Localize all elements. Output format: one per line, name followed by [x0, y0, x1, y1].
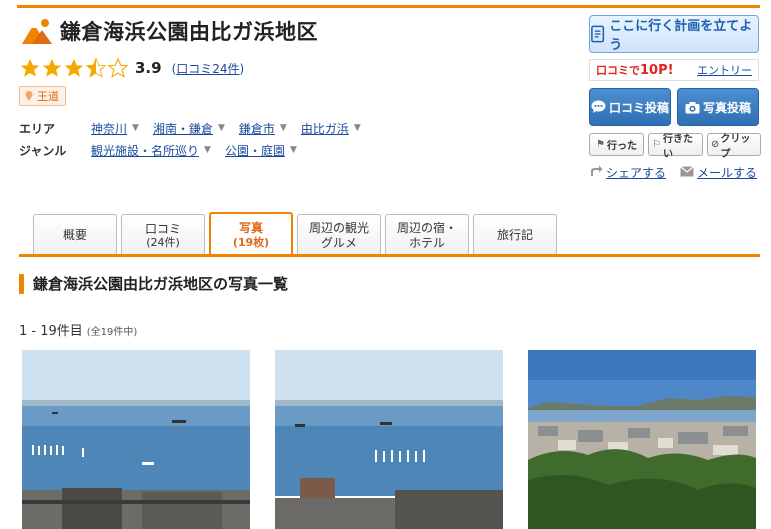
badge-label: 王道: [37, 90, 59, 103]
review-count-text[interactable]: 口コミ24件: [176, 62, 239, 76]
flag-icon: ⚑: [596, 139, 605, 150]
area-link[interactable]: 湘南・鎌倉: [153, 120, 213, 137]
star-full-icon: [42, 58, 62, 77]
caret-down-icon[interactable]: ▼: [354, 123, 361, 133]
review-count-link[interactable]: (口コミ24件): [172, 60, 245, 77]
area-row: エリア 神奈川 ▼ 湘南・鎌倉 ▼ 鎌倉市 ▼ 由比ガ浜 ▼: [19, 117, 375, 139]
plan-notebook-icon: [591, 25, 605, 43]
area-item[interactable]: 湘南・鎌倉 ▼: [153, 120, 225, 137]
area-label: エリア: [19, 121, 56, 136]
tab-label[interactable]: 概要: [63, 228, 87, 242]
classic-badge: 王道: [19, 86, 66, 106]
review-post-label[interactable]: 口コミ投稿: [609, 99, 669, 116]
tab-sub-label[interactable]: (19枚): [233, 236, 269, 249]
photo-thumbnail[interactable]: [528, 350, 756, 529]
tab-label[interactable]: 旅行記: [497, 228, 533, 242]
section-accent-bar: [19, 273, 24, 294]
tab-sub-label[interactable]: (24件): [146, 236, 180, 249]
want-label[interactable]: 行きたい: [663, 130, 699, 160]
page-header: 鎌倉海浜公園由比ガ浜地区: [20, 16, 318, 46]
review-post-button[interactable]: 口コミ投稿: [589, 88, 671, 126]
star-full-icon: [64, 58, 84, 77]
share-icon: [590, 165, 603, 180]
tab-underline: [19, 254, 760, 257]
photo-grid: [22, 350, 756, 529]
genre-item[interactable]: 公園・庭園 ▼: [225, 142, 297, 159]
genre-link[interactable]: 観光施設・名所巡り: [91, 142, 199, 159]
rating-score: 3.9: [135, 59, 162, 77]
info-table: エリア 神奈川 ▼ 湘南・鎌倉 ▼ 鎌倉市 ▼ 由比ガ浜 ▼ ジャンル 観光施設・名所巡…: [19, 117, 375, 161]
tab-label[interactable]: 写真: [239, 221, 263, 235]
area-link[interactable]: 鎌倉市: [239, 120, 275, 137]
page-title: 鎌倉海浜公園由比ガ浜地区: [60, 20, 318, 44]
tab-sub-label[interactable]: ホテル: [409, 236, 445, 250]
pin-flag-icon: ⚐: [652, 139, 661, 150]
points-prefix: 口コミで: [596, 64, 640, 77]
star-full-icon: [20, 58, 40, 77]
genre-label: ジャンル: [19, 143, 67, 158]
share-links: シェアする メールする: [590, 164, 757, 181]
rating-row: 3.9 (口コミ24件): [19, 57, 244, 79]
caret-down-icon[interactable]: ▼: [290, 145, 297, 155]
tab-nearby-sights[interactable]: 周辺の観光 グルメ: [297, 214, 381, 256]
post-buttons: 口コミ投稿 写真投稿: [589, 88, 759, 126]
area-link[interactable]: 神奈川: [91, 120, 127, 137]
area-item[interactable]: 由比ガ浜 ▼: [301, 120, 361, 137]
caret-down-icon[interactable]: ▼: [204, 145, 211, 155]
went-button[interactable]: ⚑ 行った: [589, 133, 644, 156]
tab-label[interactable]: 口コミ: [145, 222, 181, 236]
genre-item[interactable]: 観光施設・名所巡り ▼: [91, 142, 211, 159]
tab-label[interactable]: 周辺の観光: [309, 221, 369, 235]
tab-photos[interactable]: 写真 (19枚): [209, 212, 293, 256]
plan-trip-button[interactable]: ここに行く計画を立てよう: [589, 15, 759, 53]
points-text: 口コミで10P!: [596, 62, 674, 78]
tab-sub-label[interactable]: グルメ: [321, 236, 357, 250]
mail-link[interactable]: メールする: [697, 164, 757, 181]
mail-icon: [680, 165, 694, 180]
tab-reviews[interactable]: 口コミ (24件): [121, 214, 205, 256]
speech-bubble-icon: [591, 100, 606, 113]
photo-post-button[interactable]: 写真投稿: [677, 88, 759, 126]
area-item[interactable]: 神奈川 ▼: [91, 120, 139, 137]
genre-row: ジャンル 観光施設・名所巡り ▼ 公園・庭園 ▼: [19, 139, 375, 161]
tab-overview[interactable]: 概要: [33, 214, 117, 256]
action-buttons: ⚑ 行った ⚐ 行きたい ⊘ クリップ: [589, 133, 761, 160]
tab-label[interactable]: 周辺の宿・: [397, 221, 457, 235]
photo-thumbnail[interactable]: [22, 350, 250, 529]
caret-down-icon[interactable]: ▼: [132, 123, 139, 133]
photo-thumbnail[interactable]: [275, 350, 503, 529]
count-total: (全19件中): [86, 327, 138, 338]
clip-label[interactable]: クリップ: [720, 130, 757, 160]
caret-down-icon[interactable]: ▼: [218, 123, 225, 133]
mountain-logo-icon: [22, 19, 52, 44]
points-banner: 口コミで10P! エントリー: [589, 59, 759, 81]
tab-travelogue[interactable]: 旅行記: [473, 214, 557, 256]
star-half-icon: [85, 57, 107, 78]
genre-link[interactable]: 公園・庭園: [225, 142, 285, 159]
want-to-go-button[interactable]: ⚐ 行きたい: [648, 133, 703, 160]
clip-button[interactable]: ⊘ クリップ: [707, 133, 761, 160]
entry-link[interactable]: エントリー: [697, 62, 752, 78]
tab-bar: 概要 口コミ (24件) 写真 (19枚) 周辺の観光 グルメ 周辺の宿・ ホテル 旅行…: [33, 212, 561, 256]
section-header: 鎌倉海浜公園由比ガ浜地区の写真一覧: [19, 273, 288, 294]
pin-icon: [25, 91, 33, 101]
tab-nearby-hotels[interactable]: 周辺の宿・ ホテル: [385, 214, 469, 256]
result-count: 1 - 19件目 (全19件中): [19, 320, 137, 339]
section-title: 鎌倉海浜公園由比ガ浜地区の写真一覧: [33, 275, 289, 293]
plan-trip-label[interactable]: ここに行く計画を立てよう: [609, 15, 758, 53]
photo-post-label[interactable]: 写真投稿: [703, 99, 751, 116]
area-link[interactable]: 由比ガ浜: [301, 120, 349, 137]
went-label[interactable]: 行った: [607, 137, 637, 152]
area-item[interactable]: 鎌倉市 ▼: [239, 120, 287, 137]
count-range: 1 - 19件目: [19, 324, 83, 339]
caret-down-icon[interactable]: ▼: [280, 123, 287, 133]
star-empty-icon: [107, 57, 129, 78]
share-link[interactable]: シェアする: [606, 164, 666, 181]
header-accent-line: [17, 5, 760, 8]
star-rating: [19, 57, 129, 79]
camera-icon: [685, 101, 700, 113]
paperclip-icon: ⊘: [711, 139, 720, 150]
points-value: 10P!: [640, 63, 674, 78]
